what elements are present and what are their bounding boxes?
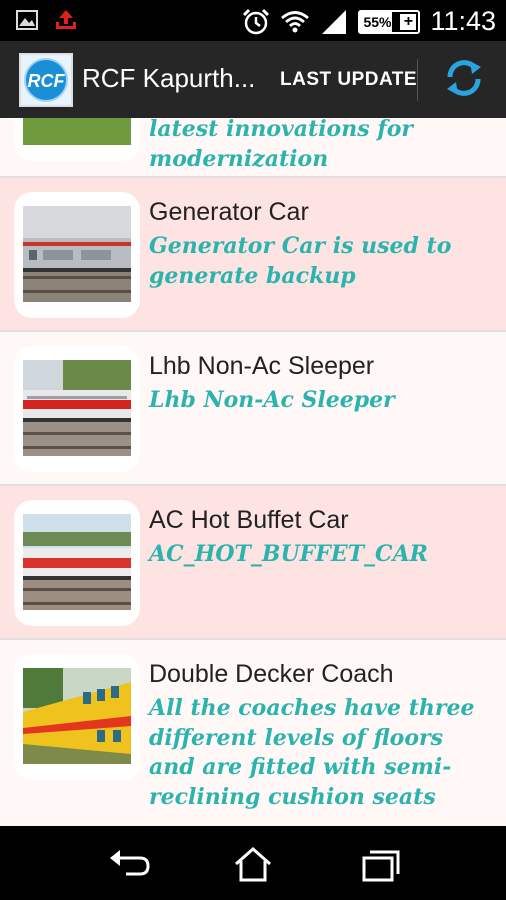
clock: 11:43 [430,6,496,36]
list-item[interactable]: AC Hot Buffet Car AC_HOT_BUFFET_CAR [0,486,506,640]
generator-car-image [23,206,131,302]
list-item[interactable]: Lhb Non-Ac Sleeper Lhb Non-Ac Sleeper [0,332,506,486]
train-on-grass-image [23,118,131,145]
back-icon[interactable] [106,846,152,882]
sleeper-coach-image [23,360,131,456]
app-logo[interactable]: RCF [19,53,73,107]
home-icon[interactable] [230,846,276,882]
item-description: Generator Car is used to generate backup [149,233,452,289]
alarm-icon [243,8,270,34]
battery-percent: 55% [363,13,392,30]
thumbnail-frame [14,500,140,626]
charging-icon: + [400,13,417,30]
thumbnail-frame [14,654,140,780]
wifi-icon [281,10,310,32]
refresh-icon[interactable] [443,57,485,99]
action-bar: RCF RCF Kapurth... LAST UPDATE [0,41,506,118]
list-item[interactable]: Double Decker Coach All the coaches have… [0,640,506,826]
thumbnail-frame [14,192,140,318]
item-title: Lhb Non-Ac Sleeper [149,352,375,380]
item-title: AC Hot Buffet Car [149,506,349,534]
thumbnail-frame [14,118,140,161]
recent-apps-icon[interactable] [358,846,404,882]
item-description: latest innovations for modernization [149,118,413,172]
item-description: All the coaches have three different lev… [149,695,475,810]
image-icon [16,10,38,30]
buffet-car-image [23,514,131,610]
thumbnail-frame [14,346,140,472]
system-icons: 55% + 11:43 [242,6,496,37]
item-title: Generator Car [149,198,309,226]
signal-icon [322,9,347,34]
rcf-logo-icon: RCF [24,58,68,102]
double-decker-image [23,668,131,764]
action-divider [417,59,418,101]
battery-icon: 55% + [358,9,421,34]
list-item[interactable]: Generator Car Generator Car is used to g… [0,178,506,332]
status-bar: 55% + 11:43 [0,0,506,41]
list-item[interactable]: latest innovations for modernization [0,118,506,178]
navigation-bar [0,826,506,900]
upload-icon [56,10,76,29]
coach-list[interactable]: latest innovations for modernization Gen… [0,118,506,826]
last-update-button[interactable]: LAST UPDATE [280,69,417,91]
item-description: Lhb Non-Ac Sleeper [149,387,395,413]
notification-icons [16,9,78,31]
item-title: Double Decker Coach [149,660,394,688]
app-title: RCF Kapurth... [82,63,256,93]
item-description: AC_HOT_BUFFET_CAR [149,541,428,567]
svg-text:RCF: RCF [28,71,66,91]
